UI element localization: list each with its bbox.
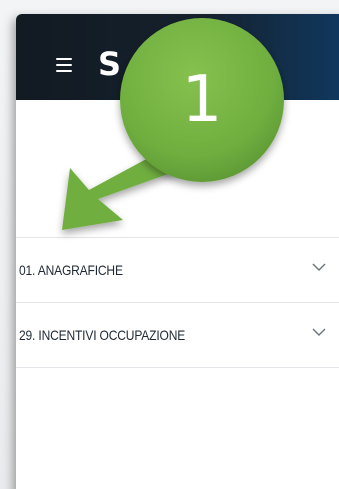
chevron-down-icon bbox=[312, 328, 326, 336]
menu-item-anagrafiche[interactable]: 01. ANAGRAFICHE bbox=[16, 238, 339, 303]
hamburger-menu-icon[interactable] bbox=[56, 58, 72, 72]
chevron-down-icon bbox=[312, 263, 326, 271]
app-panel: S 01. ANAGRAFICHE 29. INCENTIVI OCCUPAZI… bbox=[16, 14, 339, 489]
menu-list: 01. ANAGRAFICHE 29. INCENTIVI OCCUPAZION… bbox=[16, 237, 339, 368]
menu-item-label: 01. ANAGRAFICHE bbox=[19, 262, 123, 278]
top-navigation-bar: S bbox=[16, 14, 339, 100]
menu-item-label: 29. INCENTIVI OCCUPAZIONE bbox=[19, 327, 186, 343]
app-logo[interactable]: S bbox=[98, 48, 122, 80]
screenshot-stage: S 01. ANAGRAFICHE 29. INCENTIVI OCCUPAZI… bbox=[0, 0, 339, 489]
menu-item-incentivi-occupazione[interactable]: 29. INCENTIVI OCCUPAZIONE bbox=[16, 303, 339, 368]
